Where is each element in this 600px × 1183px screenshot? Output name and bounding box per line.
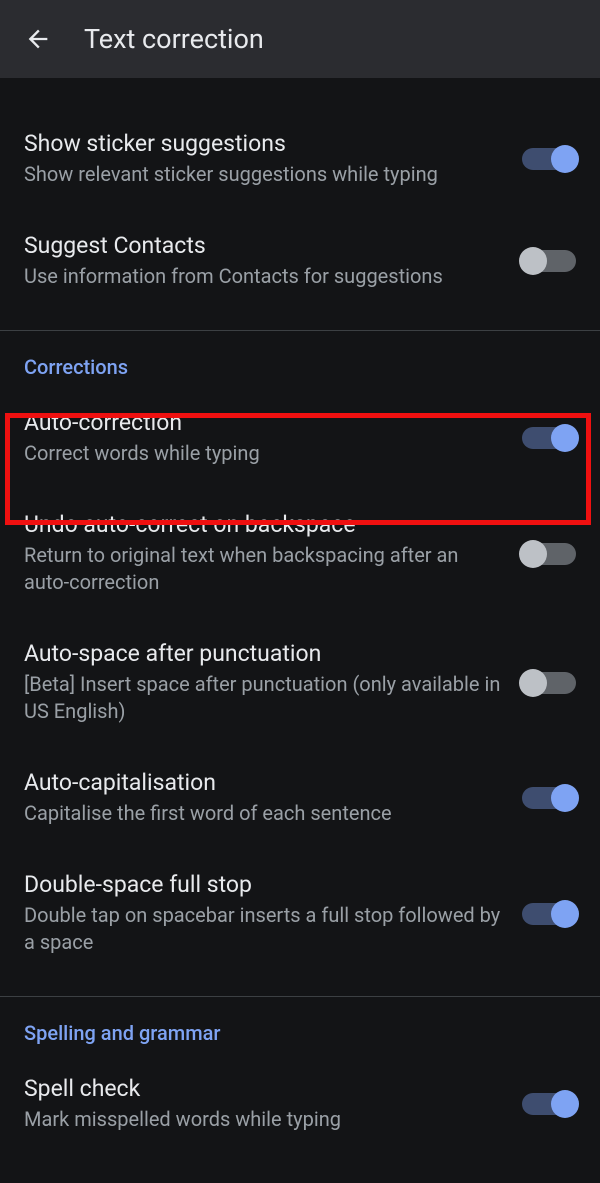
setting-title: Auto-space after punctuation	[24, 640, 502, 667]
toggle-knob	[519, 540, 547, 568]
setting-subtitle: Mark misspelled words while typing	[24, 1106, 502, 1133]
setting-undo-auto-correct[interactable]: Undo auto-correct on backspace Return to…	[0, 485, 600, 614]
toggle-auto-correction[interactable]	[522, 427, 576, 449]
setting-auto-correction[interactable]: Auto-correction Correct words while typi…	[0, 391, 600, 485]
setting-title: Spell check	[24, 1075, 502, 1102]
setting-subtitle: Correct words while typing	[24, 440, 502, 467]
setting-subtitle: Return to original text when backspacing…	[24, 542, 502, 596]
setting-title: Undo auto-correct on backspace	[24, 511, 502, 538]
toggle-sticker-suggestions[interactable]	[522, 148, 576, 170]
setting-text: Auto-capitalisation Capitalise the first…	[24, 769, 522, 827]
setting-spell-check[interactable]: Spell check Mark misspelled words while …	[0, 1057, 600, 1151]
toggle-knob	[519, 247, 547, 275]
settings-content: Show sticker suggestions Show relevant s…	[0, 78, 600, 1151]
setting-text: Show sticker suggestions Show relevant s…	[24, 130, 522, 188]
setting-sticker-suggestions[interactable]: Show sticker suggestions Show relevant s…	[0, 112, 600, 206]
section-header-spelling-grammar: Spelling and grammar	[0, 997, 600, 1057]
setting-text: Spell check Mark misspelled words while …	[24, 1075, 522, 1133]
toggle-knob	[551, 145, 579, 173]
setting-suggest-contacts[interactable]: Suggest Contacts Use information from Co…	[0, 206, 600, 316]
toggle-knob	[551, 1090, 579, 1118]
toggle-knob	[519, 669, 547, 697]
setting-text: Auto-space after punctuation [Beta] Inse…	[24, 640, 522, 725]
setting-subtitle: [Beta] Insert space after punctuation (o…	[24, 671, 502, 725]
toggle-knob	[551, 424, 579, 452]
setting-subtitle: Show relevant sticker suggestions while …	[24, 161, 502, 188]
app-header: Text correction	[0, 0, 600, 78]
page-title: Text correction	[84, 23, 264, 55]
setting-title: Auto-capitalisation	[24, 769, 502, 796]
setting-title: Suggest Contacts	[24, 232, 502, 259]
back-button[interactable]	[18, 19, 58, 59]
setting-text: Suggest Contacts Use information from Co…	[24, 232, 522, 290]
setting-subtitle: Capitalise the first word of each senten…	[24, 800, 502, 827]
setting-subtitle: Double tap on spacebar inserts a full st…	[24, 902, 502, 956]
setting-auto-space[interactable]: Auto-space after punctuation [Beta] Inse…	[0, 614, 600, 743]
section-header-corrections: Corrections	[0, 331, 600, 391]
toggle-spell-check[interactable]	[522, 1093, 576, 1115]
setting-double-space[interactable]: Double-space full stop Double tap on spa…	[0, 845, 600, 982]
toggle-undo-auto-correct[interactable]	[522, 543, 576, 565]
toggle-auto-space[interactable]	[522, 672, 576, 694]
setting-text: Undo auto-correct on backspace Return to…	[24, 511, 522, 596]
setting-text: Double-space full stop Double tap on spa…	[24, 871, 522, 956]
setting-title: Auto-correction	[24, 409, 502, 436]
setting-text: Auto-correction Correct words while typi…	[24, 409, 522, 467]
setting-subtitle: Use information from Contacts for sugges…	[24, 263, 502, 290]
toggle-knob	[551, 784, 579, 812]
setting-auto-capitalisation[interactable]: Auto-capitalisation Capitalise the first…	[0, 743, 600, 845]
setting-title: Double-space full stop	[24, 871, 502, 898]
setting-title: Show sticker suggestions	[24, 130, 502, 157]
toggle-auto-capitalisation[interactable]	[522, 787, 576, 809]
arrow-left-icon	[24, 25, 52, 53]
toggle-knob	[551, 900, 579, 928]
toggle-double-space[interactable]	[522, 903, 576, 925]
toggle-suggest-contacts[interactable]	[522, 250, 576, 272]
